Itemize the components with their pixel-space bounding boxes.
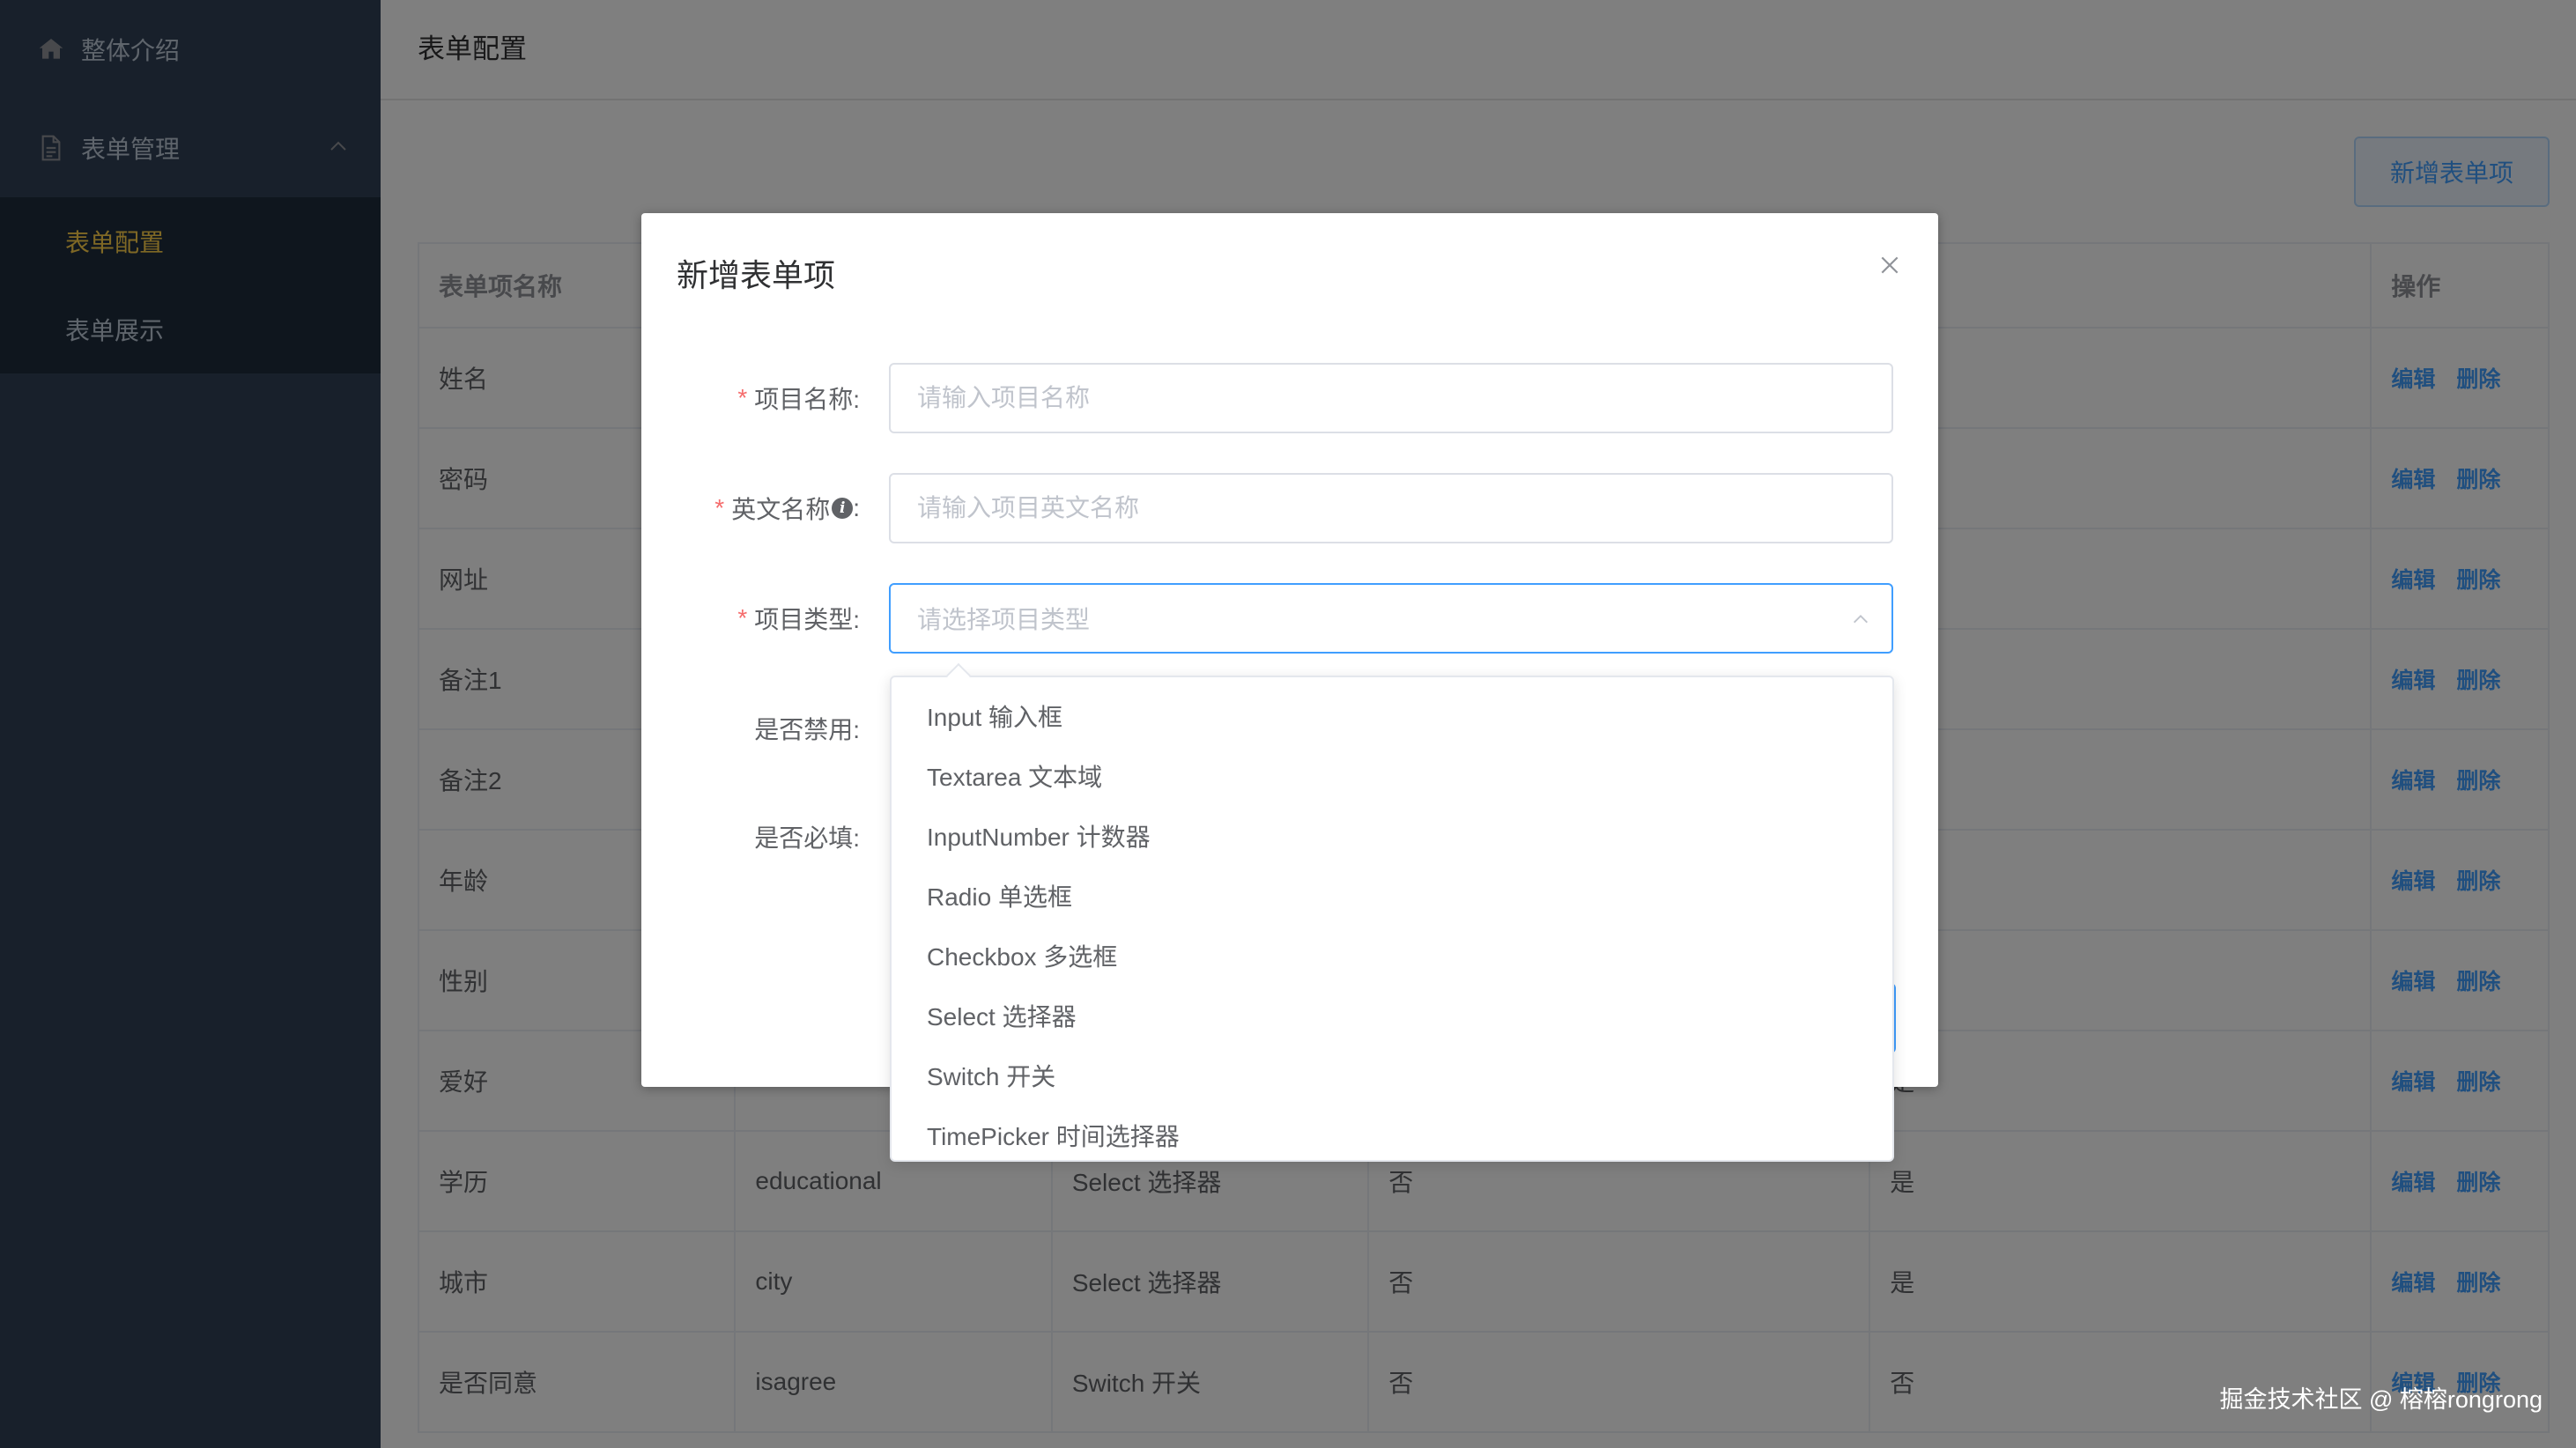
required-mark: * [737, 384, 748, 411]
info-icon[interactable]: i [832, 498, 854, 519]
en-name-input[interactable] [889, 473, 1893, 543]
watermark: 掘金技术社区 @ 榕榕rongrong [2219, 1386, 2543, 1413]
dropdown-option[interactable]: TimePicker 时间选择器 [892, 1107, 1892, 1160]
field-label: * 项目类型: [737, 604, 860, 633]
dialog-title: 新增表单项 [677, 257, 836, 293]
dropdown-option[interactable]: Select 选择器 [892, 987, 1892, 1047]
select-placeholder: 请选择项目类型 [917, 606, 1091, 633]
dropdown-option[interactable]: Textarea 文本域 [892, 748, 1892, 808]
form-row-en-name: * 英文名称 i: [641, 473, 1938, 543]
chevron-up-icon [1851, 609, 1870, 629]
close-icon[interactable] [1878, 254, 1901, 277]
required-mark: * [737, 604, 748, 632]
dropdown-option[interactable]: Switch 开关 [892, 1047, 1892, 1107]
field-label: * 项目名称: [737, 384, 860, 413]
field-label: 是否必填: [754, 824, 860, 852]
dropdown-option[interactable]: InputNumber 计数器 [892, 808, 1892, 868]
field-label: 是否禁用: [754, 716, 860, 743]
dropdown-option[interactable]: Radio 单选框 [892, 868, 1892, 927]
item-name-input[interactable] [889, 363, 1893, 433]
required-mark: * [714, 494, 725, 521]
field-label: * 英文名称 i: [714, 494, 860, 523]
item-type-dropdown: Input 输入框 Textarea 文本域 InputNumber 计数器 R… [890, 676, 1894, 1162]
form-row-item-name: * 项目名称: [641, 363, 1938, 433]
item-type-select[interactable]: 请选择项目类型 [889, 583, 1893, 654]
form-row-item-type: * 项目类型: 请选择项目类型 [641, 583, 1938, 654]
dropdown-option[interactable]: Input 输入框 [892, 688, 1892, 748]
dropdown-option[interactable]: Checkbox 多选框 [892, 927, 1892, 987]
